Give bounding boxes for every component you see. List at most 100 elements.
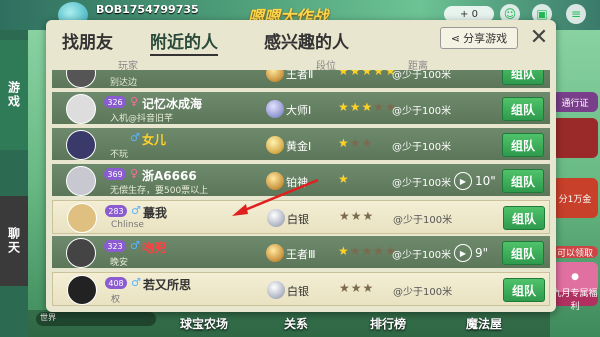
voice-duration: 9": [475, 246, 489, 260]
player-avatar[interactable]: [66, 70, 96, 88]
player-avatar[interactable]: [66, 238, 96, 268]
rank-icon: [267, 281, 285, 299]
tab-nearby[interactable]: 附近的人: [150, 28, 218, 56]
nav-relations[interactable]: 关系: [284, 315, 308, 332]
rank-stars: ★★★: [339, 209, 375, 223]
player-row[interactable]: ♂ 女儿 不玩 黄金Ⅰ ★★★ @少于100米 组队: [52, 128, 550, 162]
team-up-button[interactable]: 组队: [502, 241, 544, 265]
team-up-button[interactable]: 组队: [502, 169, 544, 193]
team-up-button[interactable]: 组队: [502, 133, 544, 157]
player-signature: 晚安: [110, 258, 129, 268]
level-badge: 326: [104, 96, 126, 108]
player-row[interactable]: 283 ♂ 蕞我 Chlinse 白银 ★★★ @少于100米 组队: [52, 200, 550, 234]
tab-game[interactable]: 游戏: [0, 40, 28, 150]
rank-stars: ★★★★★: [338, 70, 397, 78]
nav-leaderboard[interactable]: 排行榜: [370, 315, 406, 332]
rank-icon: [267, 209, 285, 227]
rank-name: 王者Ⅱ: [286, 70, 314, 81]
rank-icon: [266, 172, 284, 190]
rank-stars: ★: [338, 172, 350, 186]
player-name: 吻兜: [142, 241, 167, 255]
reward-banner[interactable]: 分1万金: [552, 178, 598, 218]
distance-text: @少于100米: [392, 178, 452, 189]
player-signature: 权: [111, 295, 121, 305]
player-name: 女儿: [142, 133, 167, 147]
friends-modal: 找朋友 附近的人 感兴趣的人 ⋖ 分享游戏 ✕ 玩家 段位 距离 别达边 王者Ⅱ ★…: [46, 20, 556, 312]
distance-text: @少于100米: [393, 215, 453, 226]
rank-stars: ★★★★★: [338, 244, 397, 258]
share-game-button[interactable]: ⋖ 分享游戏: [440, 27, 518, 49]
player-row[interactable]: 323 ♂ 吻兜 晚安 王者Ⅲ ★★★★★ @少于100米 ▶ 9" 组队: [52, 236, 550, 270]
player-avatar[interactable]: [66, 130, 96, 160]
distance-text: @少于100米: [393, 287, 453, 298]
player-avatar[interactable]: [67, 275, 97, 305]
player-avatar[interactable]: [66, 94, 96, 124]
gender-icon: ♀: [130, 95, 139, 108]
distance-text: @少于100米: [392, 250, 452, 261]
play-icon: ▶: [454, 244, 472, 262]
voice-duration: 10": [475, 174, 496, 188]
player-signature: Chlinse: [111, 220, 144, 230]
rank-name: 白银: [287, 285, 309, 298]
player-signature: 入机@抖音旧芊: [110, 114, 174, 124]
player-name: 若又所思: [143, 278, 192, 292]
voice-message[interactable]: ▶ 10": [454, 170, 498, 192]
tab-chat[interactable]: 聊天: [0, 196, 28, 286]
player-row[interactable]: 别达边 王者Ⅱ ★★★★★ @少于100米 组队: [52, 70, 550, 90]
gender-icon: ♂: [131, 276, 141, 289]
gender-icon: ♂: [130, 239, 140, 252]
player-name: 浙A6666: [142, 169, 197, 183]
share-label: 分享游戏: [463, 32, 508, 45]
gender-icon: ♂: [130, 131, 140, 144]
rank-stars: ★★★★★: [338, 100, 397, 114]
team-up-button[interactable]: 组队: [502, 97, 544, 121]
nearby-player-list[interactable]: 别达边 王者Ⅱ ★★★★★ @少于100米 组队 326 ♀ 记忆冰成海 入机@抖音旧芊 大师Ⅰ ★…: [52, 70, 550, 312]
player-name: 蕞我: [143, 206, 168, 220]
pass-button[interactable]: 通行证: [552, 92, 598, 112]
player-id: BOB1754799735: [96, 3, 199, 16]
distance-text: @少于100米: [392, 70, 452, 81]
team-up-button[interactable]: 组队: [503, 278, 545, 302]
close-icon[interactable]: ✕: [528, 24, 550, 50]
distance-text: @少于100米: [392, 142, 452, 153]
rank-name: 王者Ⅲ: [286, 248, 316, 261]
team-up-button[interactable]: 组队: [502, 70, 544, 85]
distance-text: @少于100米: [392, 106, 452, 117]
gender-icon: ♂: [131, 204, 141, 217]
world-chat-ticker[interactable]: 世界: [36, 312, 156, 326]
column-headers: 玩家 段位 距离: [52, 56, 550, 72]
player-avatar[interactable]: [66, 166, 96, 196]
play-icon: ▶: [454, 172, 472, 190]
rank-name: 白银: [287, 213, 309, 226]
level-badge: 283: [105, 205, 127, 217]
tab-interested[interactable]: 感兴趣的人: [264, 28, 349, 53]
rank-name: 黄金Ⅰ: [286, 140, 312, 153]
level-badge: 323: [104, 240, 126, 252]
level-badge: 369: [104, 168, 126, 180]
rank-name: 铂神: [286, 176, 308, 189]
rank-stars: ★★★: [339, 281, 375, 295]
event-banner[interactable]: [552, 118, 598, 158]
player-row[interactable]: 408 ♂ 若又所思权 白银 ★★★ @少于100米 组队: [52, 272, 550, 306]
player-signature: 别达边: [110, 78, 138, 88]
voice-message[interactable]: ▶ 9": [454, 242, 498, 264]
modal-tabs: 找朋友 附近的人 感兴趣的人 ⋖ 分享游戏 ✕: [46, 20, 556, 56]
player-avatar[interactable]: [67, 203, 97, 233]
player-signature: 不玩: [110, 150, 129, 160]
nav-farm[interactable]: 球宝农场: [180, 315, 228, 332]
share-icon: ⋖: [450, 31, 461, 45]
rank-icon: [266, 70, 284, 82]
right-promo-column: 通行证 分1万金 可以领取 ● 九月专属福利: [550, 70, 600, 320]
player-name: 记忆冰成海: [142, 97, 203, 111]
tab-find-friends[interactable]: 找朋友: [62, 28, 113, 53]
nav-magic-house[interactable]: 魔法屋: [466, 315, 502, 332]
menu-icon[interactable]: ≡: [566, 4, 586, 24]
player-row[interactable]: 369 ♀ 浙A6666 无偿生存，要500票以上 铂神 ★ @少于100米 ▶ 10" 组队: [52, 164, 550, 198]
welfare-label[interactable]: 九月专属福利: [552, 289, 598, 312]
rank-icon: [266, 136, 284, 154]
team-up-button[interactable]: 组队: [503, 206, 545, 230]
player-signature: 无偿生存，要500票以上: [110, 186, 209, 196]
player-row[interactable]: 326 ♀ 记忆冰成海 入机@抖音旧芊 大师Ⅰ ★★★★★ @少于100米 组队: [52, 92, 550, 126]
claim-badge[interactable]: 可以领取: [552, 246, 598, 259]
rank-icon: [266, 244, 284, 262]
